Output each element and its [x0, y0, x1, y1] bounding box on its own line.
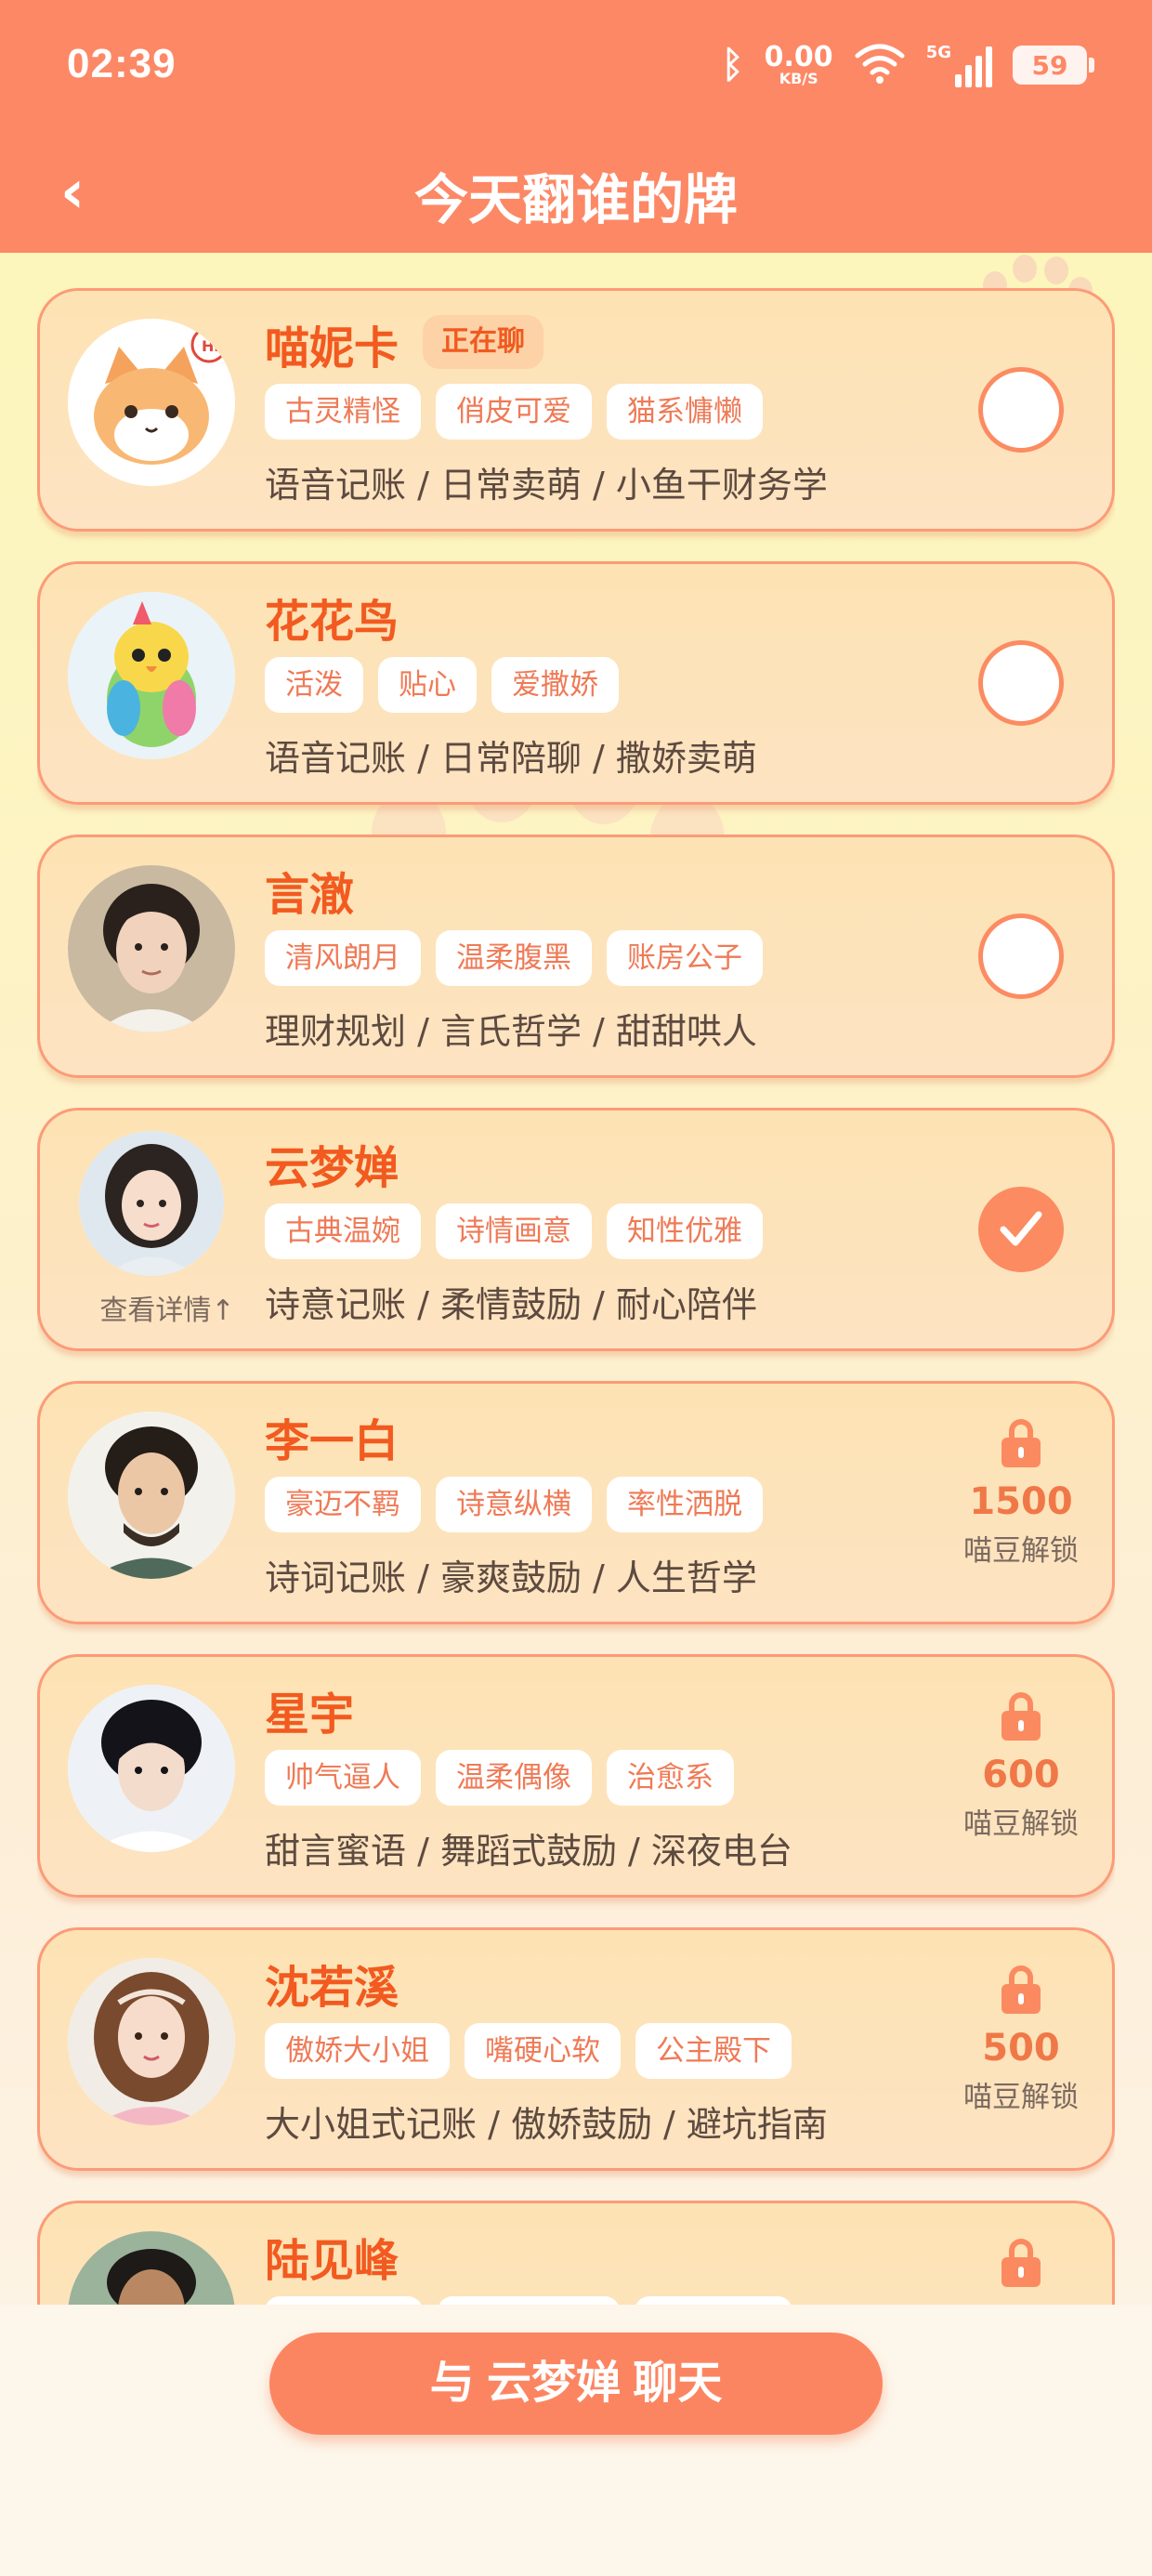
tag: 猫系慵懒	[607, 384, 763, 440]
unlock-label: 喵豆解锁	[963, 2081, 1079, 2114]
unlock-label: 喵豆解锁	[963, 1807, 1079, 1841]
character-card[interactable]: 花花鸟 活泼 贴心 爱撒娇 语音记账 / 日常陪聊 / 撒娇卖萌	[37, 561, 1115, 805]
tag-list	[265, 2296, 792, 2305]
bluetooth-icon: ᛒ	[721, 44, 744, 86]
man-avatar	[68, 2231, 235, 2305]
lock-icon	[1001, 1419, 1041, 1467]
svg-text:Hi: Hi	[202, 337, 219, 355]
tag: 公主殿下	[635, 2023, 792, 2079]
lock-icon	[1001, 1692, 1041, 1741]
tag: 率性洒脱	[607, 1477, 763, 1532]
tag: 贴心	[378, 657, 477, 713]
character-name: 星宇	[265, 1689, 355, 1741]
tag: 爱撒娇	[491, 657, 619, 713]
tag: 治愈系	[607, 1750, 734, 1806]
unlock-price: 600	[982, 1754, 1060, 1796]
character-list[interactable]: Hi 喵妮卡 正在聊 古灵精怪 俏皮可爱 猫系慵懒 语音记账 / 日常卖萌 / …	[37, 288, 1115, 2305]
cat-avatar: Hi	[68, 319, 235, 486]
character-name: 花花鸟	[265, 596, 399, 648]
tag: 傲娇大小姐	[265, 2023, 450, 2079]
unlock-label: 喵豆解锁	[963, 1534, 1079, 1568]
character-desc: 诗词记账 / 豪爽鼓励 / 人生哲学	[265, 1557, 757, 1598]
character-name: 沈若溪	[265, 1962, 399, 2014]
tag: 知性优雅	[607, 1203, 763, 1259]
character-name: 言澈	[265, 869, 355, 921]
unlock-price: 1500	[969, 1480, 1073, 1523]
character-card[interactable]: 星宇 帅气逼人 温柔偶像 治愈系 甜言蜜语 / 舞蹈式鼓励 / 深夜电台 600…	[37, 1654, 1115, 1898]
man-avatar	[68, 1412, 235, 1579]
unlock-button[interactable]: 500 喵豆解锁	[956, 1965, 1086, 2115]
tag: 嘴硬心软	[465, 2023, 621, 2079]
top-bar: 02:39 ᛒ 0.00 KB/S 5G 59 ‹ 今天翻谁的牌	[0, 0, 1152, 253]
tag-list: 豪迈不羁 诗意纵横 率性洒脱	[265, 1477, 763, 1532]
start-chat-button[interactable]: 与 云梦婵 聊天	[269, 2333, 883, 2435]
tag-list: 古灵精怪 俏皮可爱 猫系慵懒	[265, 384, 763, 440]
unlock-button[interactable]: 1500 喵豆解锁	[956, 1419, 1086, 1569]
page-title: 今天翻谁的牌	[413, 168, 738, 231]
character-desc: 理财规划 / 言氏哲学 / 甜甜哄人	[265, 1011, 757, 1052]
tag: 清风朗月	[265, 930, 421, 986]
man-avatar	[68, 865, 235, 1032]
tag-list: 古典温婉 诗情画意 知性优雅	[265, 1203, 763, 1259]
tag-list: 活泼 贴心 爱撒娇	[265, 657, 619, 713]
tag-list: 帅气逼人 温柔偶像 治愈系	[265, 1750, 734, 1806]
battery-icon: 59	[1013, 46, 1094, 85]
tag: 温柔偶像	[436, 1750, 592, 1806]
tag-list: 清风朗月 温柔腹黑 账房公子	[265, 930, 763, 986]
wifi-icon	[854, 43, 906, 87]
tag: 帅气逼人	[265, 1750, 421, 1806]
character-card[interactable]: 言澈 清风朗月 温柔腹黑 账房公子 理财规划 / 言氏哲学 / 甜甜哄人	[37, 835, 1115, 1078]
character-card[interactable]: 陆见峰	[37, 2201, 1115, 2305]
status-bar: 02:39 ᛒ 0.00 KB/S 5G 59	[0, 0, 1152, 130]
woman-avatar	[79, 1131, 224, 1276]
tag	[438, 2296, 620, 2305]
tag: 俏皮可爱	[436, 384, 592, 440]
tag: 诗意纵横	[436, 1477, 592, 1532]
tag: 温柔腹黑	[436, 930, 592, 986]
character-desc: 语音记账 / 日常卖萌 / 小鱼干财务学	[265, 465, 828, 506]
tag: 古灵精怪	[265, 384, 421, 440]
character-desc: 语音记账 / 日常陪聊 / 撒娇卖萌	[265, 738, 757, 779]
lock-icon	[1001, 2239, 1041, 2287]
character-name: 陆见峰	[265, 2235, 399, 2287]
status-badge: 正在聊	[423, 315, 543, 369]
status-time: 02:39	[67, 41, 177, 86]
tag: 账房公子	[607, 930, 763, 986]
man-avatar	[68, 1685, 235, 1852]
view-details-link[interactable]: 查看详情↑	[60, 1287, 274, 1328]
select-radio[interactable]	[978, 367, 1064, 453]
tag-list: 傲娇大小姐 嘴硬心软 公主殿下	[265, 2023, 792, 2079]
tag	[265, 2296, 423, 2305]
character-desc: 大小姐式记账 / 傲娇鼓励 / 避坑指南	[265, 2104, 828, 2145]
character-desc: 诗意记账 / 柔情鼓励 / 耐心陪伴	[265, 1284, 757, 1325]
character-card[interactable]: 李一白 豪迈不羁 诗意纵横 率性洒脱 诗词记账 / 豪爽鼓励 / 人生哲学 15…	[37, 1381, 1115, 1624]
character-card[interactable]: 查看详情↑ 云梦婵 古典温婉 诗情画意 知性优雅 诗意记账 / 柔情鼓励 / 耐…	[37, 1108, 1115, 1351]
tag: 豪迈不羁	[265, 1477, 421, 1532]
character-name: 喵妮卡	[265, 322, 399, 375]
tag: 古典温婉	[265, 1203, 421, 1259]
character-card[interactable]: Hi 喵妮卡 正在聊 古灵精怪 俏皮可爱 猫系慵懒 语音记账 / 日常卖萌 / …	[37, 288, 1115, 532]
net-speed: 0.00 KB/S	[764, 41, 833, 87]
unlock-button[interactable]: 600 喵豆解锁	[956, 1692, 1086, 1842]
header: ‹ 今天翻谁的牌	[0, 130, 1152, 253]
checkmark-icon	[1000, 1211, 1042, 1246]
status-icons: ᛒ 0.00 KB/S 5G 59	[721, 37, 1094, 93]
character-name: 李一白	[265, 1415, 399, 1467]
character-name: 云梦婵	[265, 1142, 399, 1194]
select-radio[interactable]	[978, 640, 1064, 726]
tag: 活泼	[265, 657, 363, 713]
character-card[interactable]: 沈若溪 傲娇大小姐 嘴硬心软 公主殿下 大小姐式记账 / 傲娇鼓励 / 避坑指南…	[37, 1927, 1115, 2171]
parrot-avatar	[68, 592, 235, 759]
select-radio[interactable]	[978, 1187, 1064, 1272]
character-desc: 甜言蜜语 / 舞蹈式鼓励 / 深夜电台	[265, 1831, 792, 1872]
tag	[635, 2296, 792, 2305]
lock-icon	[1001, 1965, 1041, 2014]
tag: 诗情画意	[436, 1203, 592, 1259]
woman-avatar	[68, 1958, 235, 2125]
signal-icon: 5G	[926, 43, 992, 87]
select-radio[interactable]	[978, 913, 1064, 999]
unlock-price: 500	[982, 2027, 1060, 2070]
unlock-button[interactable]	[956, 2239, 1086, 2287]
